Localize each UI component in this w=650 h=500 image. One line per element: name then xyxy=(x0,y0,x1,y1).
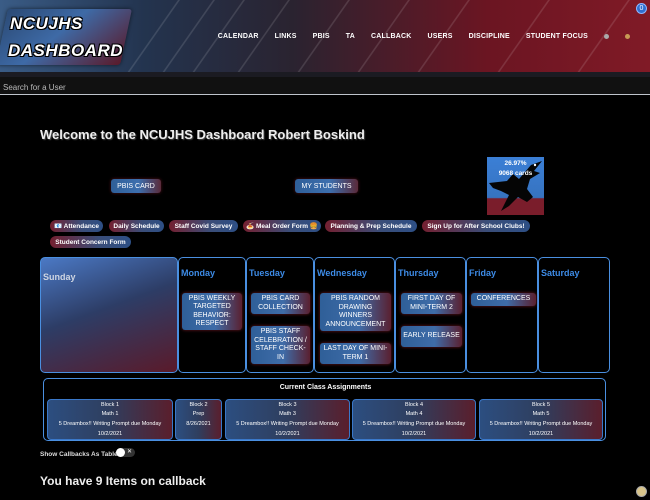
assignment-block[interactable]: Block 5 Math 5 5 Dreambox!! Writing Prom… xyxy=(479,399,603,440)
calendar-day-saturday[interactable]: Saturday xyxy=(538,257,610,373)
nav-users[interactable]: USERS xyxy=(427,33,452,40)
nav-student-focus[interactable]: STUDENT FOCUS xyxy=(526,33,588,40)
nav-callback[interactable]: CALLBACK xyxy=(371,33,411,40)
block-assignment: 5 Dreambox!! Writing Prompt due Monday xyxy=(489,421,593,427)
daily-schedule-link[interactable]: Daily Schedule xyxy=(109,220,164,232)
calendar-event[interactable]: PBIS STAFF CELEBRATION / STAFF CHECK-IN xyxy=(251,326,310,364)
planning-prep-schedule-link[interactable]: Planning & Prep Schedule xyxy=(325,220,417,232)
user-search-bar xyxy=(0,77,650,96)
calendar-event[interactable]: PBIS CARD COLLECTION xyxy=(251,293,310,314)
attendance-link[interactable]: 📧 Attendance xyxy=(50,220,103,232)
pbis-stats-card[interactable]: 26.97% 9068 cards xyxy=(487,157,544,215)
block-date: 10/2/2021 xyxy=(528,431,554,437)
block-date: 10/2/2021 xyxy=(401,431,427,437)
header: NCUJHS DASHBOARD CALENDAR LINKS PBIS TA … xyxy=(0,0,650,76)
logo-text-line1[interactable]: NCUJHS xyxy=(10,14,83,34)
day-label: Sunday xyxy=(43,272,76,282)
my-students-button[interactable]: MY STUDENTS xyxy=(295,179,358,193)
callback-count-heading: You have 9 Items on callback xyxy=(40,474,206,488)
day-label: Wednesday xyxy=(317,268,367,278)
callbacks-table-toggle-label: Show Callbacks As Table xyxy=(40,451,118,458)
block-class: Math 5 xyxy=(532,411,550,417)
calendar-event[interactable]: PBIS WEEKLY TARGETED BEHAVIOR: RESPECT xyxy=(182,293,242,330)
assignment-block[interactable]: Block 4 Math 4 5 Dreambox!! Writing Prom… xyxy=(352,399,476,440)
nav-calendar[interactable]: CALENDAR xyxy=(218,33,259,40)
class-assignments-panel: Current Class Assignments Block 1 Math 1… xyxy=(43,378,606,441)
meal-order-form-link[interactable]: 🍝 Meal Order Form 🍔 xyxy=(243,220,321,232)
calendar-day-tuesday[interactable]: Tuesday PBIS CARD COLLECTION PBIS STAFF … xyxy=(246,257,314,373)
pbis-percent: 26.97% xyxy=(504,160,527,167)
assignments-title: Current Class Assignments xyxy=(279,384,372,391)
callbacks-table-toggle[interactable]: ✕ xyxy=(116,448,135,457)
block-class: Prep xyxy=(192,411,205,417)
calendar-day-sunday[interactable]: Sunday xyxy=(40,257,178,373)
calendar-day-wednesday[interactable]: Wednesday PBIS RANDOM DRAWING WINNERS AN… xyxy=(314,257,395,373)
welcome-heading: Welcome to the NCUJHS Dashboard Robert B… xyxy=(40,127,365,142)
main-nav: CALENDAR LINKS PBIS TA CALLBACK USERS DI… xyxy=(202,33,630,40)
after-school-clubs-link[interactable]: Sign Up for After School Clubs! xyxy=(422,220,530,232)
block-name: Block 1 xyxy=(100,402,120,408)
close-icon: ✕ xyxy=(127,449,133,455)
nav-discipline[interactable]: DISCIPLINE xyxy=(469,33,510,40)
day-label: Friday xyxy=(469,268,497,278)
calendar-event[interactable]: CONFERENCES xyxy=(471,293,536,306)
block-name: Block 5 xyxy=(531,402,551,408)
day-label: Tuesday xyxy=(249,268,285,278)
calendar-event[interactable]: LAST DAY OF MINI-TERM 1 xyxy=(320,343,391,364)
notification-badge[interactable]: 0 xyxy=(636,3,647,14)
user-avatar-icon[interactable] xyxy=(625,34,630,39)
assignment-block[interactable]: Block 1 Math 1 5 Dreambox!! Writing Prom… xyxy=(47,399,173,440)
day-label: Monday xyxy=(181,268,216,278)
student-concern-form-link[interactable]: Student Concern Form xyxy=(50,236,131,248)
calendar-day-friday[interactable]: Friday CONFERENCES xyxy=(466,257,538,373)
user-search-input[interactable] xyxy=(0,79,300,96)
block-date: 10/2/2021 xyxy=(275,431,300,437)
block-class: Math 1 xyxy=(101,411,119,417)
block-date: 10/2/2021 xyxy=(97,431,123,437)
help-icon[interactable] xyxy=(636,486,647,497)
block-class: Math 4 xyxy=(405,411,423,417)
staff-covid-survey-link[interactable]: Staff Covid Survey xyxy=(169,220,238,232)
calendar-day-thursday[interactable]: Thursday FIRST DAY OF MINI-TERM 2 EARLY … xyxy=(395,257,466,373)
calendar-event[interactable]: PBIS RANDOM DRAWING WINNERS ANNOUNCEMENT xyxy=(320,293,391,331)
pbis-card-count: 9068 cards xyxy=(498,170,533,177)
nav-ta[interactable]: TA xyxy=(346,33,355,40)
block-assignment: 5 Dreambox!! Writing Prompt due Monday xyxy=(58,421,162,427)
calendar-event[interactable]: EARLY RELEASE xyxy=(401,326,462,347)
block-name: Block 4 xyxy=(404,402,424,408)
assignment-block[interactable]: Block 2 Prep 8/26/2021 xyxy=(175,399,222,440)
block-assignment: 5 Dreambox!! Writing Prompt due Monday xyxy=(362,421,466,427)
block-name: Block 2 xyxy=(189,402,208,408)
logo-text-line2[interactable]: DASHBOARD xyxy=(8,41,123,61)
calendar-day-monday[interactable]: Monday PBIS WEEKLY TARGETED BEHAVIOR: RE… xyxy=(178,257,246,373)
toggle-knob xyxy=(116,448,125,457)
block-class: Math 3 xyxy=(279,411,296,417)
day-label: Saturday xyxy=(541,268,580,278)
settings-icon[interactable] xyxy=(604,34,609,39)
block-name: Block 3 xyxy=(278,402,297,408)
calendar-event[interactable]: FIRST DAY OF MINI-TERM 2 xyxy=(401,293,462,314)
block-date: 8/26/2021 xyxy=(186,421,211,427)
nav-links[interactable]: LINKS xyxy=(275,33,297,40)
day-label: Thursday xyxy=(398,268,439,278)
nav-pbis[interactable]: PBIS xyxy=(313,33,330,40)
block-assignment: 5 Dreambox!! Writing Prompt due Monday xyxy=(236,421,339,427)
pbis-card-button[interactable]: PBIS CARD xyxy=(111,179,161,193)
assignment-block[interactable]: Block 3 Math 3 5 Dreambox!! Writing Prom… xyxy=(225,399,350,440)
